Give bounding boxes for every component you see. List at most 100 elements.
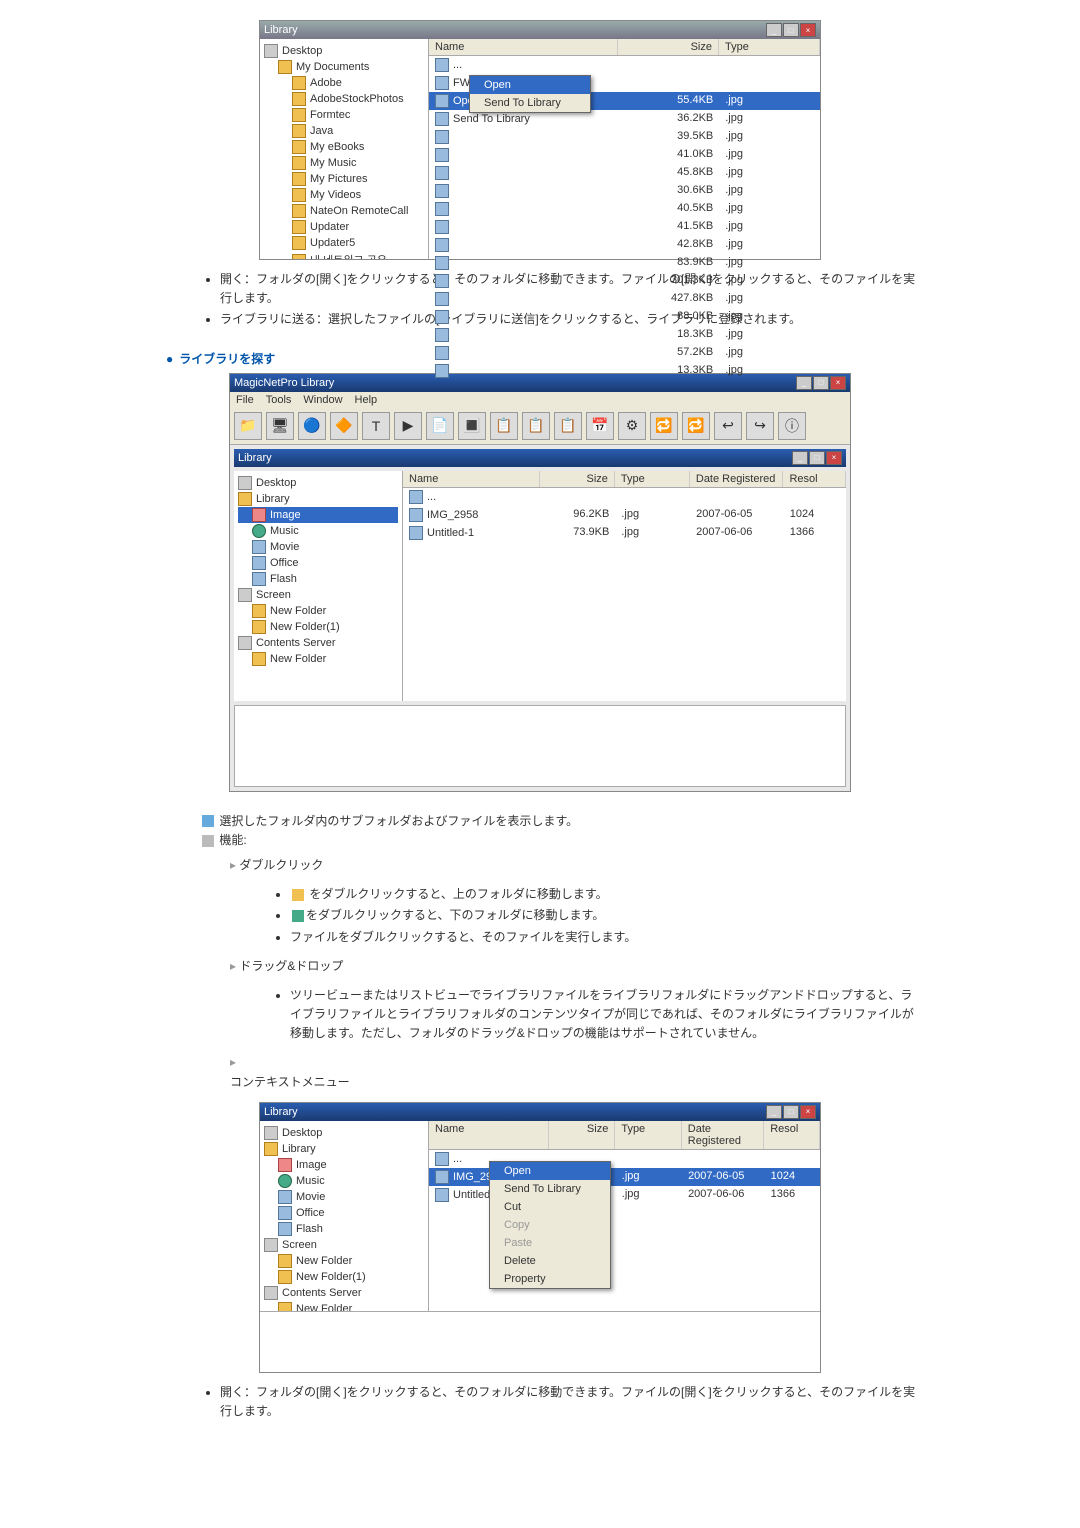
minimize-icon[interactable]: _	[792, 451, 808, 465]
list-row[interactable]: 301.3KB.jpg	[429, 272, 820, 290]
tree-node[interactable]: Office	[238, 555, 398, 571]
tree-node[interactable]: Flash	[264, 1221, 424, 1237]
list-row[interactable]: 427.8KB.jpg	[429, 290, 820, 308]
ctx-send-to-library[interactable]: Send To Library	[490, 1180, 610, 1198]
toolbar[interactable]: 📁🖥🔵🔶T▶📄🔳📋📋📋📅⚙🔁🔁↩↪ⓘ	[230, 408, 850, 445]
col-date[interactable]: Date Registered	[690, 471, 784, 487]
tree-node[interactable]: New Folder	[264, 1253, 424, 1269]
menu-window[interactable]: Window	[303, 394, 342, 406]
col-res[interactable]: Resol	[783, 471, 846, 487]
toolbar-btn-12[interactable]: ⚙	[618, 412, 646, 440]
tree-node[interactable]: New Folder	[238, 603, 398, 619]
tree-node[interactable]: Office	[264, 1205, 424, 1221]
titlebar[interactable]: Library _ □ ×	[260, 21, 820, 39]
col-size[interactable]: Size	[540, 471, 615, 487]
list-row[interactable]: 13.3KB.jpg	[429, 362, 820, 380]
list-row[interactable]: 42.8KB.jpg	[429, 236, 820, 254]
col-size[interactable]: Size	[549, 1121, 615, 1149]
list-row[interactable]: 88.0KB.jpg	[429, 308, 820, 326]
ctx-open[interactable]: Open	[470, 76, 590, 94]
tree-node[interactable]: Movie	[264, 1189, 424, 1205]
tree-node[interactable]: NateOn RemoteCall	[264, 203, 424, 219]
list-row[interactable]: 45.8KB.jpg	[429, 164, 820, 182]
toolbar-btn-3[interactable]: 🔶	[330, 412, 358, 440]
ctx-delete[interactable]: Delete	[490, 1252, 610, 1270]
list-row[interactable]: IMG_295896.2KB.jpg2007-06-051024	[403, 506, 846, 524]
toolbar-btn-13[interactable]: 🔁	[650, 412, 678, 440]
tree-node[interactable]: Music	[238, 523, 398, 539]
tree-node[interactable]: Formtec	[264, 107, 424, 123]
list-row[interactable]: Untitled-173.9KB.jpg2007-06-061366	[403, 524, 846, 542]
list-row[interactable]: ...	[429, 1150, 820, 1168]
ctx-cut[interactable]: Cut	[490, 1198, 610, 1216]
list-row[interactable]: 30.6KB.jpg	[429, 182, 820, 200]
list-row[interactable]: 41.0KB.jpg	[429, 146, 820, 164]
maximize-icon[interactable]: □	[783, 1105, 799, 1119]
tree-node[interactable]: New Folder	[238, 651, 398, 667]
col-size[interactable]: Size	[618, 39, 719, 55]
menu-tools[interactable]: Tools	[266, 394, 292, 406]
ctx-property[interactable]: Property	[490, 1270, 610, 1288]
list-row[interactable]: 40.5KB.jpg	[429, 200, 820, 218]
tree-node[interactable]: Updater	[264, 219, 424, 235]
tree-node[interactable]: Contents Server	[264, 1285, 424, 1301]
tree-node[interactable]: Java	[264, 123, 424, 139]
toolbar-btn-4[interactable]: T	[362, 412, 390, 440]
tree-node[interactable]: Library	[238, 491, 398, 507]
col-type[interactable]: Type	[615, 471, 690, 487]
toolbar-btn-2[interactable]: 🔵	[298, 412, 326, 440]
tree-node[interactable]: Adobe	[264, 75, 424, 91]
toolbar-btn-15[interactable]: ↩	[714, 412, 742, 440]
tree-node[interactable]: Desktop	[264, 43, 424, 59]
toolbar-btn-7[interactable]: 🔳	[458, 412, 486, 440]
ctx-send-to-library[interactable]: Send To Library	[470, 94, 590, 112]
tree-node[interactable]: New Folder	[264, 1301, 424, 1311]
tree-node[interactable]: My Pictures	[264, 171, 424, 187]
file-list[interactable]: Name Size Type Date Registered Resol ...…	[429, 1121, 820, 1311]
menu-file[interactable]: File	[236, 394, 254, 406]
col-name[interactable]: Name	[403, 471, 540, 487]
menubar[interactable]: File Tools Window Help	[230, 392, 850, 408]
ctx-open[interactable]: Open	[490, 1162, 610, 1180]
tree-node[interactable]: New Folder(1)	[238, 619, 398, 635]
list-row[interactable]: IMG_295896.2KB.jpg2007-06-051024	[429, 1168, 820, 1186]
file-list[interactable]: Name Size Type Date Registered Resol ...…	[403, 471, 846, 701]
tree-node[interactable]: My Videos	[264, 187, 424, 203]
toolbar-btn-11[interactable]: 📅	[586, 412, 614, 440]
toolbar-btn-1[interactable]: 🖥	[266, 412, 294, 440]
col-name[interactable]: Name	[429, 39, 618, 55]
list-row[interactable]: ...	[429, 56, 820, 74]
tree-node[interactable]: AdobeStockPhotos	[264, 91, 424, 107]
titlebar[interactable]: Library _ □ ×	[260, 1103, 820, 1121]
tree-node[interactable]: Desktop	[264, 1125, 424, 1141]
tree-node[interactable]: My Music	[264, 155, 424, 171]
tree-node[interactable]: Music	[264, 1173, 424, 1189]
toolbar-btn-16[interactable]: ↪	[746, 412, 774, 440]
minimize-icon[interactable]: _	[766, 1105, 782, 1119]
maximize-icon[interactable]: □	[809, 451, 825, 465]
menu-help[interactable]: Help	[355, 394, 378, 406]
inner-titlebar[interactable]: Library _ □ ×	[234, 449, 846, 467]
tree-node[interactable]: Flash	[238, 571, 398, 587]
tree-node[interactable]: Library	[264, 1141, 424, 1157]
close-icon[interactable]: ×	[830, 376, 846, 390]
tree-node[interactable]: Image	[264, 1157, 424, 1173]
list-row[interactable]: Untitled-173.9KB.jpg2007-06-061366	[429, 1186, 820, 1204]
library-tree[interactable]: DesktopLibraryImageMusicMovieOfficeFlash…	[234, 471, 403, 701]
folder-tree[interactable]: DesktopMy DocumentsAdobeAdobeStockPhotos…	[260, 39, 429, 259]
file-list[interactable]: Name Size Type ...FWOpen55.4KB.jpgSend T…	[429, 39, 820, 259]
close-icon[interactable]: ×	[800, 23, 816, 37]
list-row[interactable]: 57.2KB.jpg	[429, 344, 820, 362]
tree-node[interactable]: Desktop	[238, 475, 398, 491]
toolbar-btn-6[interactable]: 📄	[426, 412, 454, 440]
toolbar-btn-0[interactable]: 📁	[234, 412, 262, 440]
toolbar-btn-9[interactable]: 📋	[522, 412, 550, 440]
tree-node[interactable]: Movie	[238, 539, 398, 555]
toolbar-btn-8[interactable]: 📋	[490, 412, 518, 440]
tree-node[interactable]: Screen	[264, 1237, 424, 1253]
tree-node[interactable]: Contents Server	[238, 635, 398, 651]
list-row[interactable]: 83.9KB.jpg	[429, 254, 820, 272]
col-date[interactable]: Date Registered	[682, 1121, 764, 1149]
list-row[interactable]: 18.3KB.jpg	[429, 326, 820, 344]
maximize-icon[interactable]: □	[783, 23, 799, 37]
